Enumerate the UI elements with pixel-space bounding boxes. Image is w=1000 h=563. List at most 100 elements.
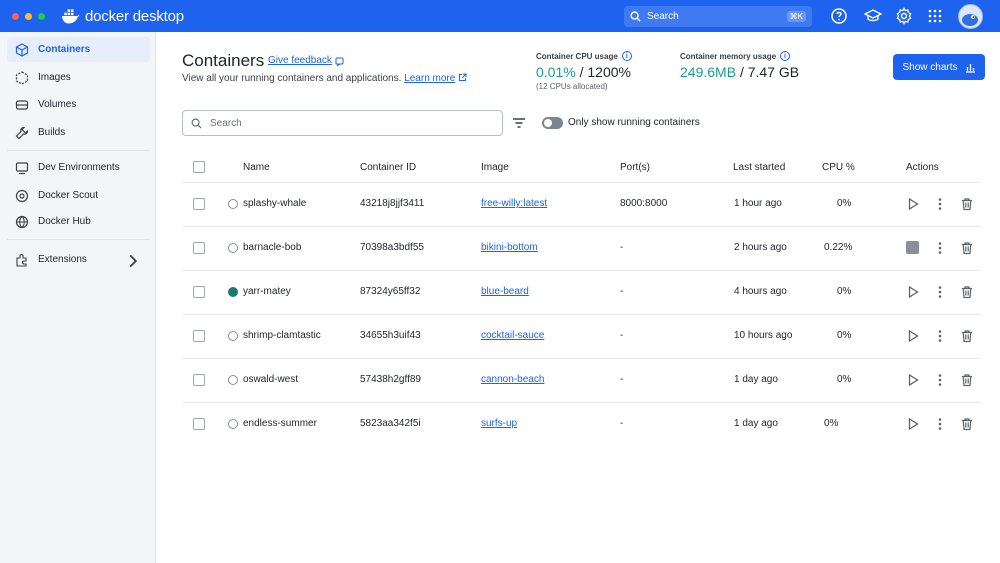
- info-icon[interactable]: i: [780, 51, 791, 61]
- trash-icon[interactable]: [960, 197, 974, 211]
- sidebar-item-volumes[interactable]: Volumes: [7, 92, 150, 117]
- trash-icon[interactable]: [960, 417, 974, 431]
- column-header-image[interactable]: Image: [481, 162, 509, 173]
- global-search-placeholder: Search: [647, 11, 679, 22]
- container-name[interactable]: barnacle-bob: [243, 242, 301, 253]
- container-name[interactable]: splashy-whale: [243, 198, 306, 209]
- sidebar-item-docker-hub[interactable]: Docker Hub: [7, 209, 150, 234]
- more-options-icon[interactable]: [933, 241, 947, 255]
- learn-more-link[interactable]: Learn more: [404, 73, 455, 84]
- container-name[interactable]: endless-summer: [243, 418, 317, 429]
- image-link[interactable]: surfs-up: [481, 418, 517, 429]
- close-window-button[interactable]: [12, 13, 19, 20]
- global-search[interactable]: Search ⌘K: [624, 6, 812, 27]
- help-icon[interactable]: [830, 7, 848, 25]
- page-title: Containers: [182, 51, 265, 70]
- column-header-actions: Actions: [906, 162, 939, 173]
- trash-icon[interactable]: [960, 285, 974, 299]
- container-id: 57438h2gff89: [360, 374, 421, 385]
- status-dot-running: [228, 287, 238, 297]
- sidebar-item-label: Extensions: [38, 254, 87, 265]
- bar-chart-icon: [965, 63, 975, 73]
- trash-icon[interactable]: [960, 329, 974, 343]
- column-header-name[interactable]: Name: [243, 162, 270, 173]
- memory-usage-label-text: Container memory usage: [680, 51, 777, 61]
- column-header-ports[interactable]: Port(s): [620, 162, 650, 173]
- column-header-container-id[interactable]: Container ID: [360, 162, 416, 173]
- image-link[interactable]: free-willy:latest: [481, 198, 547, 209]
- table-row-divider: [182, 402, 980, 403]
- image-link[interactable]: cocktail-sauce: [481, 330, 544, 341]
- extensions-icon: [16, 253, 27, 267]
- trash-icon[interactable]: [960, 241, 974, 255]
- container-name[interactable]: oswald-west: [243, 374, 298, 385]
- more-options-icon[interactable]: [933, 285, 947, 299]
- show-charts-label: Show charts: [902, 61, 958, 73]
- memory-usage-total: / 7.47 GB: [739, 64, 800, 80]
- running-only-label: Only show running containers: [568, 117, 700, 128]
- chevron-right-icon: [129, 254, 138, 268]
- search-icon: [630, 11, 641, 22]
- cpu-percent: 0%: [837, 198, 852, 209]
- info-icon[interactable]: i: [621, 51, 632, 61]
- sidebar-item-builds[interactable]: Builds: [7, 120, 150, 145]
- container-name[interactable]: shrimp-clamtastic: [243, 330, 321, 341]
- image-link[interactable]: cannon-beach: [481, 374, 544, 385]
- brand: docker desktop: [61, 6, 184, 26]
- cpu-note: (12 CPUs allocated): [536, 82, 608, 91]
- row-checkbox[interactable]: [193, 286, 205, 298]
- maximize-window-button[interactable]: [38, 13, 45, 20]
- running-only-toggle[interactable]: [542, 117, 563, 129]
- port-mapping[interactable]: 8000:8000: [620, 198, 667, 209]
- play-icon[interactable]: [906, 373, 920, 387]
- sidebar-item-label: Images: [38, 72, 71, 83]
- scout-icon: [15, 189, 29, 202]
- memory-usage-current: 249.6MB: [680, 64, 737, 80]
- more-options-icon[interactable]: [933, 197, 947, 211]
- row-checkbox[interactable]: [193, 330, 205, 342]
- more-options-icon[interactable]: [933, 329, 947, 343]
- stop-icon[interactable]: [906, 241, 919, 254]
- container-id: 70398a3bdf55: [360, 242, 424, 253]
- minimize-window-button[interactable]: [25, 13, 32, 20]
- more-options-icon[interactable]: [933, 417, 947, 431]
- sidebar-item-dev-environments[interactable]: Dev Environments: [7, 155, 150, 180]
- sidebar-divider: [7, 239, 150, 240]
- container-id: 34655h3uif43: [360, 330, 421, 341]
- column-header-last-started[interactable]: Last started: [733, 162, 785, 173]
- play-icon[interactable]: [906, 285, 920, 299]
- play-icon[interactable]: [906, 197, 920, 211]
- container-name[interactable]: yarr-matey: [243, 286, 291, 297]
- column-header-cpu[interactable]: CPU %: [822, 162, 855, 173]
- row-checkbox[interactable]: [193, 374, 205, 386]
- cpu-usage-total: / 1200%: [579, 64, 631, 80]
- row-checkbox[interactable]: [193, 418, 205, 430]
- select-all-checkbox[interactable]: [193, 161, 205, 173]
- trash-icon[interactable]: [960, 373, 974, 387]
- sidebar-item-containers[interactable]: Containers: [7, 37, 150, 62]
- container-icon: [15, 42, 29, 57]
- container-search-input[interactable]: Search: [182, 110, 503, 136]
- sidebar-item-extensions[interactable]: Extensions: [7, 247, 150, 272]
- last-started: 10 hours ago: [734, 330, 793, 341]
- row-checkbox[interactable]: [193, 242, 205, 254]
- show-charts-button[interactable]: Show charts: [893, 54, 985, 80]
- sidebar-item-images[interactable]: Images: [7, 65, 150, 90]
- give-feedback-link[interactable]: Give feedback: [268, 55, 345, 66]
- more-options-icon[interactable]: [933, 373, 947, 387]
- hub-icon: [15, 215, 29, 228]
- table-row-divider: [182, 358, 980, 359]
- avatar[interactable]: [958, 4, 983, 29]
- brand-name: docker desktop: [85, 7, 184, 25]
- image-link[interactable]: bikini-bottom: [481, 242, 538, 253]
- apps-grid-icon[interactable]: [926, 7, 944, 25]
- row-checkbox[interactable]: [193, 198, 205, 210]
- play-icon[interactable]: [906, 329, 920, 343]
- learn-icon[interactable]: [864, 7, 882, 25]
- settings-icon[interactable]: [895, 7, 913, 25]
- sidebar-item-docker-scout[interactable]: Docker Scout: [7, 183, 150, 208]
- filter-icon[interactable]: [512, 116, 526, 130]
- builds-icon: [15, 126, 29, 139]
- play-icon[interactable]: [906, 417, 920, 431]
- image-link[interactable]: blue-beard: [481, 286, 529, 297]
